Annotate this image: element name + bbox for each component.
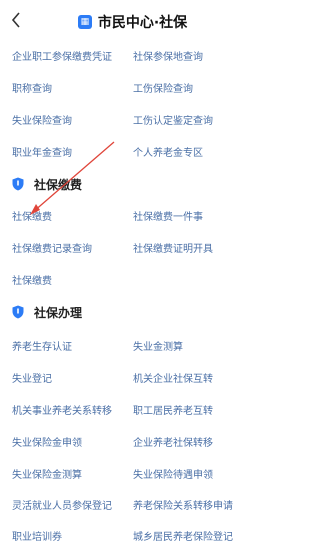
service-link[interactable]: 社保缴费证明开具 xyxy=(133,240,213,255)
list-row: 社保缴费 xyxy=(0,272,265,292)
service-link[interactable]: 社保参保地查询 xyxy=(133,48,203,63)
service-link[interactable]: 养老生存认证 xyxy=(12,338,72,353)
top-bar: ▦ 市民中心·社保 xyxy=(0,0,265,44)
service-link[interactable]: 失业保险待遇申领 xyxy=(133,466,213,481)
list-row: 机关事业养老关系转移 职工居民养老互转 xyxy=(0,402,265,422)
service-link[interactable]: 灵活就业人员参保登记 xyxy=(12,497,112,512)
section-title: 社保缴费 xyxy=(34,177,83,192)
shield-icon xyxy=(12,177,24,191)
list-row: 失业登记 机关企业社保互转 xyxy=(0,370,265,390)
list-row: 职称查询 工伤保险查询 xyxy=(0,80,265,100)
list-row: 失业保险查询 工伤认定鉴定查询 xyxy=(0,112,265,132)
section-header-handle: 社保办理 xyxy=(12,302,252,322)
app-logo-icon: ▦ xyxy=(77,15,92,29)
list-row: 养老生存认证 失业金测算 xyxy=(0,338,265,358)
service-link[interactable]: 企业职工参保缴费凭证 xyxy=(12,48,112,63)
list-row: 失业保险金申领 企业养老社保转移 xyxy=(0,434,265,454)
service-link[interactable]: 工伤保险查询 xyxy=(133,80,193,95)
service-link[interactable]: 职工居民养老互转 xyxy=(133,402,213,417)
list-row: 企业职工参保缴费凭证 社保参保地查询 xyxy=(0,48,265,68)
service-link[interactable]: 社保缴费记录查询 xyxy=(12,240,92,255)
shield-icon xyxy=(12,305,24,319)
service-link[interactable]: 工伤认定鉴定查询 xyxy=(133,112,213,127)
service-link[interactable]: 机关事业养老关系转移 xyxy=(12,402,112,417)
service-link[interactable]: 失业金测算 xyxy=(133,338,183,353)
service-link[interactable]: 机关企业社保互转 xyxy=(133,370,213,385)
service-link[interactable]: 企业养老社保转移 xyxy=(133,434,213,449)
service-link[interactable]: 社保缴费 xyxy=(12,272,52,287)
service-link[interactable]: 个人养老金专区 xyxy=(133,144,203,159)
title-area: ▦ 市民中心·社保 xyxy=(0,12,265,32)
section-header-payment: 社保缴费 xyxy=(12,174,252,194)
list-row: 职业年金查询 个人养老金专区 xyxy=(0,144,265,164)
service-link[interactable]: 社保缴费一件事 xyxy=(133,208,203,223)
service-link[interactable]: 养老保险关系转移申请 xyxy=(133,497,233,512)
list-row: 社保缴费记录查询 社保缴费证明开具 xyxy=(0,240,265,260)
service-link[interactable]: 失业登记 xyxy=(12,370,52,385)
section-title: 社保办理 xyxy=(34,305,83,320)
service-link[interactable]: 职业培训券 xyxy=(12,528,62,543)
service-link[interactable]: 职业年金查询 xyxy=(12,144,72,159)
service-link[interactable]: 城乡居民养老保险登记 xyxy=(133,528,233,543)
service-link[interactable]: 职称查询 xyxy=(12,80,52,95)
service-link[interactable]: 失业保险金申领 xyxy=(12,434,82,449)
list-row: 社保缴费 社保缴费一件事 xyxy=(0,208,265,228)
list-row: 灵活就业人员参保登记 养老保险关系转移申请 xyxy=(0,497,265,517)
list-row: 职业培训券 城乡居民养老保险登记 xyxy=(0,528,265,548)
list-row: 失业保险金测算 失业保险待遇申领 xyxy=(0,466,265,486)
service-link[interactable]: 失业保险金测算 xyxy=(12,466,82,481)
page-title: 市民中心·社保 xyxy=(97,15,188,31)
service-link[interactable]: 失业保险查询 xyxy=(12,112,72,127)
service-link[interactable]: 社保缴费 xyxy=(12,208,52,223)
